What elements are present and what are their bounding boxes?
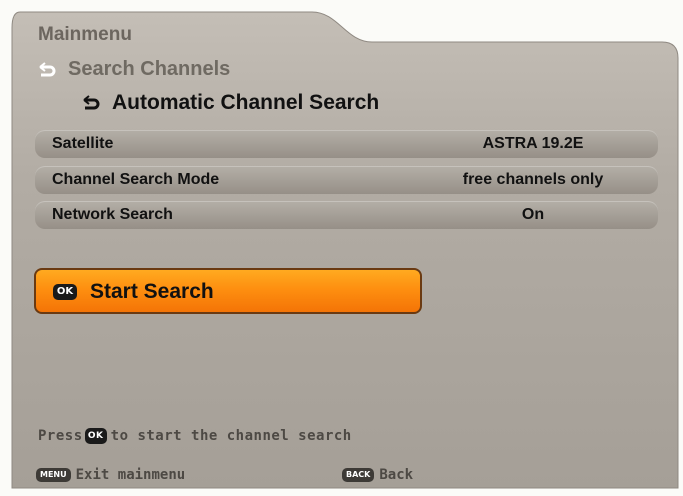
- setting-row-network-search[interactable]: Network Search On: [35, 201, 658, 229]
- ok-key-icon: OK: [53, 284, 77, 300]
- submenu-breadcrumb: Search Channels: [38, 58, 230, 81]
- setting-row-satellite[interactable]: Satellite ASTRA 19.2E: [35, 130, 658, 158]
- return-arrow-icon: [83, 95, 100, 110]
- setting-label: Network Search: [52, 206, 173, 223]
- ok-key-icon: OK: [84, 428, 107, 444]
- menu-key-icon: MENU: [36, 468, 71, 482]
- footer-back[interactable]: BACK Back: [342, 467, 413, 483]
- setting-row-channel-search-mode[interactable]: Channel Search Mode free channels only: [35, 166, 658, 194]
- help-hint: Press OK to start the channel search: [38, 428, 352, 444]
- setting-value: On: [521, 206, 545, 223]
- tv-screen: Mainmenu Search Channels Automatic Chann…: [0, 0, 683, 496]
- page-title: Automatic Channel Search: [112, 91, 380, 114]
- start-search-button[interactable]: OK Start Search: [34, 268, 422, 314]
- return-arrow-icon: [39, 61, 56, 76]
- setting-label: Channel Search Mode: [52, 171, 220, 188]
- hint-prefix: Press: [38, 428, 83, 444]
- footer-back-label: Back: [379, 467, 414, 483]
- setting-value: ASTRA 19.2E: [482, 135, 584, 152]
- menu-title: Mainmenu: [38, 24, 132, 45]
- footer-exit-label: Exit mainmenu: [75, 467, 186, 483]
- footer-exit-mainmenu[interactable]: MENU Exit mainmenu: [36, 467, 185, 483]
- setting-value: free channels only: [462, 171, 604, 188]
- hint-suffix: to start the channel search: [110, 428, 352, 444]
- back-key-icon: BACK: [342, 468, 375, 482]
- start-search-label: Start Search: [90, 280, 214, 303]
- page-heading: Automatic Channel Search: [82, 91, 379, 115]
- setting-label: Satellite: [52, 135, 114, 152]
- submenu-title: Search Channels: [68, 58, 231, 80]
